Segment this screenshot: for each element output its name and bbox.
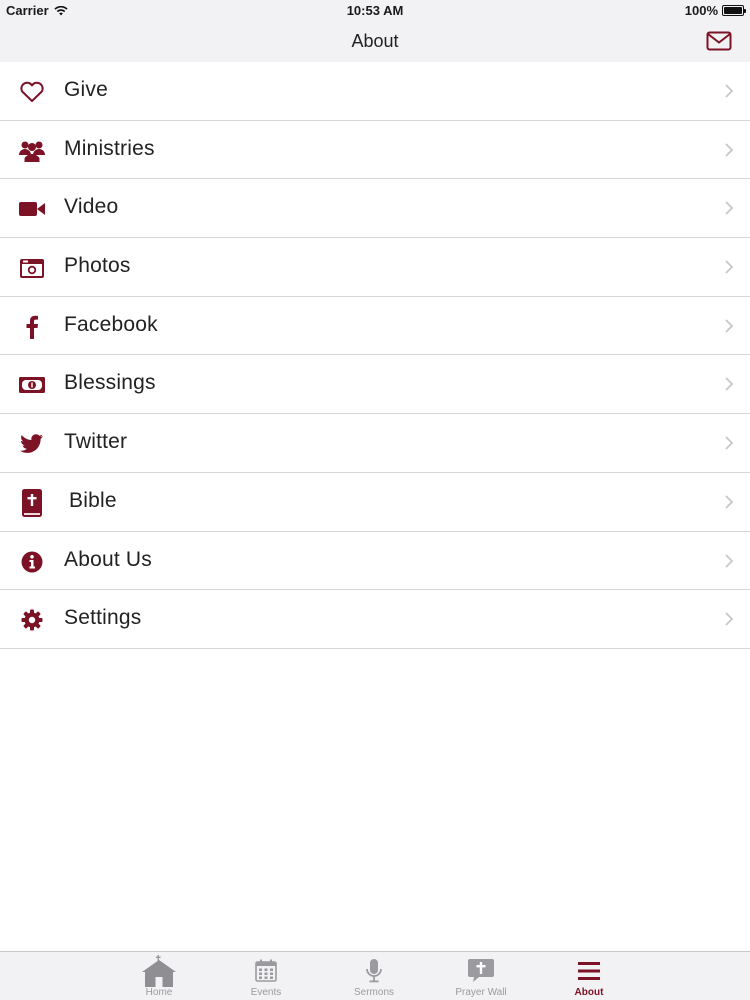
menu-item-video[interactable]: Video [0,179,750,239]
twitter-icon [18,431,46,457]
chevron-right-icon [725,143,734,157]
tab-events[interactable]: Events [221,952,311,1000]
chevron-right-icon [725,201,734,216]
calendar-icon [221,956,311,986]
facebook-icon [18,314,46,340]
info-icon [18,549,46,575]
heart-icon [18,79,46,105]
menu-item-label: Ministries [64,136,155,160]
menu-item-label: About Us [64,547,152,571]
battery-icon [722,5,746,16]
page-title: About [351,31,399,51]
menu-item-twitter[interactable]: Twitter [0,414,750,473]
menu-item-ministries[interactable]: Ministries [0,121,750,180]
chevron-right-icon [725,260,734,274]
chevron-right-icon [725,84,734,98]
tab-prayer-wall[interactable]: Prayer Wall [436,952,526,1000]
menu-item-label: Give [64,78,108,101]
navigation-bar: About [0,22,750,62]
menu-item-about-us[interactable]: About Us [0,532,750,591]
tab-bar: Home Events Sermons Prayer Wall About [0,951,750,1000]
chevron-right-icon [725,612,734,626]
mail-button[interactable] [706,30,732,52]
status-bar: Carrier 10:53 AM 100% [0,0,750,22]
tab-about[interactable]: About [544,952,634,1000]
prayer-bubble-icon [436,956,526,986]
about-menu-list: Give Ministries Video Photos Facebook Bl… [0,62,750,649]
battery-indicator: 100% [684,3,746,18]
hamburger-menu-icon [544,956,634,986]
envelope-icon [706,31,732,51]
tab-label: Home [145,987,173,998]
menu-item-give[interactable]: Give [0,62,750,121]
battery-percent: 100% [684,3,718,18]
tab-home[interactable]: Home [114,952,204,1000]
menu-item-label: Bible [69,488,117,512]
menu-item-label: Twitter [64,430,128,454]
chevron-right-icon [725,495,734,509]
group-icon [18,138,46,164]
chevron-right-icon [725,553,734,568]
menu-item-label: Settings [64,606,142,630]
gear-icon [18,607,46,633]
menu-item-label: Video [64,195,119,219]
bible-icon [18,488,46,517]
money-icon [18,372,46,398]
menu-item-bible[interactable]: Bible [0,473,750,532]
menu-item-settings[interactable]: Settings [0,590,750,649]
status-time: 10:53 AM [346,3,404,18]
tab-label: Events [250,987,282,998]
menu-item-label: Facebook [64,312,158,336]
microphone-icon [329,956,419,986]
video-camera-icon [18,196,46,222]
church-icon [114,955,204,987]
chevron-right-icon [725,377,734,392]
menu-item-label: Blessings [64,371,156,395]
chevron-right-icon [725,319,734,333]
tab-label: Sermons [353,987,394,998]
menu-item-facebook[interactable]: Facebook [0,297,750,356]
camera-icon [18,255,46,281]
tab-label: Prayer Wall [455,987,507,998]
tab-label: About [574,987,604,998]
chevron-right-icon [725,436,734,450]
menu-item-blessings[interactable]: Blessings [0,355,750,415]
tab-sermons[interactable]: Sermons [329,952,419,1000]
menu-item-photos[interactable]: Photos [0,238,750,297]
menu-item-label: Photos [64,254,131,278]
